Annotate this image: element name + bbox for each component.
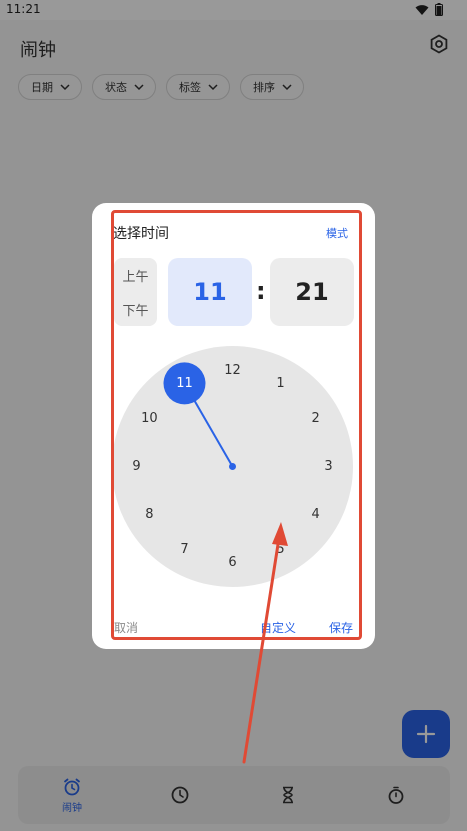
custom-button[interactable]: 自定义	[260, 619, 296, 636]
clock-number-9[interactable]: 9	[132, 459, 140, 474]
clock-number-5[interactable]: 5	[276, 542, 284, 557]
am-option[interactable]: 上午	[114, 258, 157, 292]
clock-dial[interactable]: 121234567891011	[112, 346, 353, 587]
clock-center	[229, 463, 236, 470]
clock-number-6[interactable]: 6	[228, 555, 236, 570]
cancel-button[interactable]: 取消	[114, 619, 138, 636]
mode-button[interactable]: 模式	[326, 225, 348, 241]
time-picker-dialog: 选择时间 模式 上午 下午 11 : 21 12 1 2 3 4 5 6 7 8 9 10 11 取消…	[92, 203, 375, 649]
clock-number-10[interactable]: 10	[141, 411, 158, 426]
hour-field[interactable]: 11	[168, 258, 252, 326]
clock-number-2[interactable]: 2	[311, 411, 319, 426]
save-button[interactable]: 保存	[329, 619, 353, 636]
clock-number-1[interactable]: 1	[276, 376, 284, 391]
clock-number-8[interactable]: 8	[145, 507, 153, 522]
pm-option[interactable]: 下午	[114, 292, 157, 326]
clock-number-4[interactable]: 4	[311, 507, 319, 522]
clock-number-3[interactable]: 3	[324, 459, 332, 474]
time-separator: :	[256, 277, 266, 305]
clock-number-12[interactable]: 12	[224, 363, 241, 378]
clock-number-11[interactable]: 11	[176, 376, 193, 391]
dialog-title: 选择时间	[113, 226, 169, 242]
am-pm-selector: 上午 下午	[114, 258, 157, 326]
minute-field[interactable]: 21	[270, 258, 354, 326]
clock-number-7[interactable]: 7	[180, 542, 188, 557]
